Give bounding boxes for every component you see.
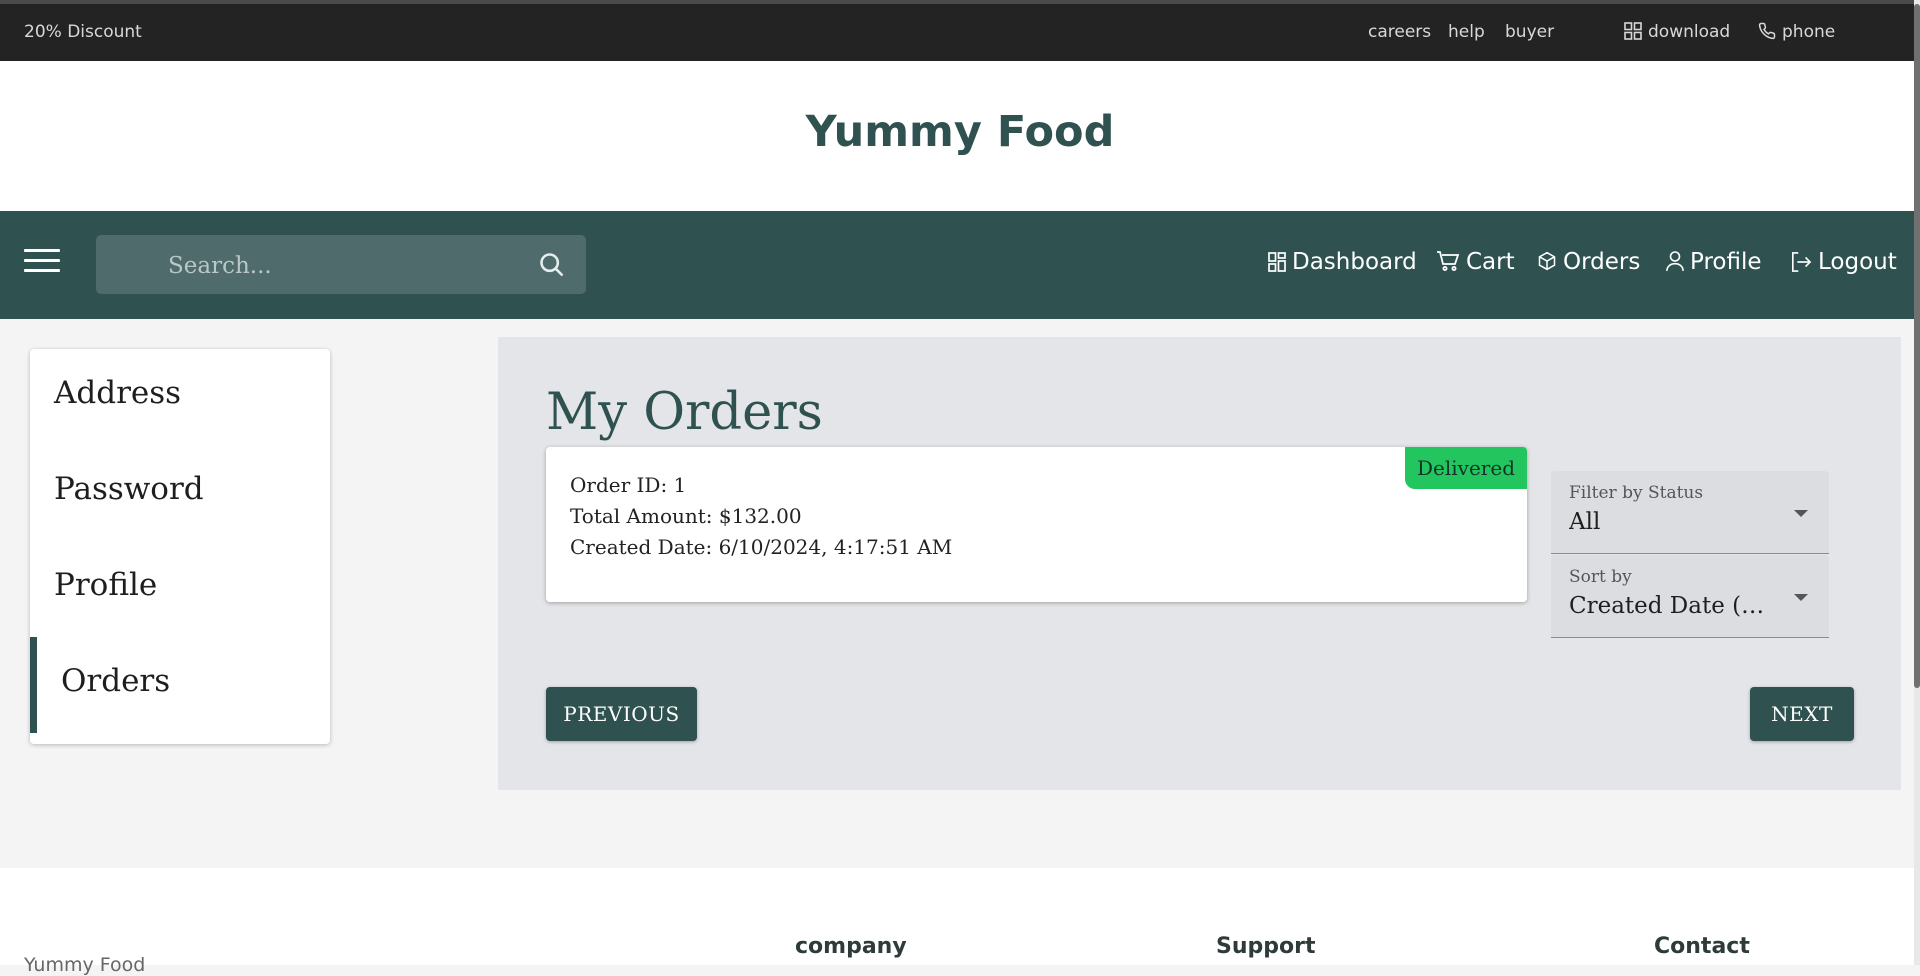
sort-by-value: Created Date (N... — [1569, 593, 1774, 619]
footer-brand: Yummy Food — [24, 954, 146, 976]
box-icon — [1538, 251, 1556, 271]
dashboard-icon — [1268, 252, 1286, 272]
help-link[interactable]: help — [1448, 22, 1485, 42]
footer: Yummy Food company Support Contact — [0, 868, 1920, 976]
chevron-down-icon — [1794, 594, 1808, 601]
next-button[interactable]: NEXT — [1750, 687, 1854, 741]
user-icon — [1666, 251, 1684, 271]
filter-status-value: All — [1569, 509, 1601, 535]
footer-heading-company: company — [795, 934, 907, 959]
sidebar-item-address[interactable]: Address — [30, 349, 330, 445]
search-box — [96, 235, 586, 296]
nav-orders-label: Orders — [1563, 249, 1641, 275]
sort-by-label: Sort by — [1569, 567, 1632, 587]
page-title: My Orders — [546, 383, 823, 442]
sort-by-select[interactable]: Sort by Created Date (N... — [1551, 555, 1829, 638]
account-sidebar: Address Password Profile Orders — [30, 349, 330, 744]
nav-profile-label: Profile — [1690, 249, 1762, 275]
nav-cart-label: Cart — [1466, 249, 1515, 275]
search-input[interactable] — [166, 235, 510, 296]
main-navbar: Dashboard Cart Orders Profile Logout — [0, 211, 1920, 319]
site-logo-text[interactable]: Yummy Food — [0, 107, 1920, 157]
phone-icon — [1758, 22, 1776, 40]
order-id: Order ID: 1 — [570, 473, 687, 497]
cart-icon — [1437, 251, 1460, 271]
footer-heading-contact: Contact — [1654, 934, 1750, 959]
top-bar: 20% Discount careers help buyer download… — [0, 4, 1920, 61]
buyer-link[interactable]: buyer — [1505, 22, 1554, 42]
careers-link[interactable]: careers — [1368, 22, 1431, 42]
sidebar-item-password[interactable]: Password — [30, 445, 330, 541]
filter-status-select[interactable]: Filter by Status All — [1551, 471, 1829, 554]
phone-label: phone — [1782, 22, 1836, 42]
page-scrollbar[interactable] — [1914, 0, 1920, 965]
nav-logout-label: Logout — [1818, 249, 1897, 275]
order-created-date: Created Date: 6/10/2024, 4:17:51 AM — [570, 535, 953, 559]
nav-orders[interactable]: Orders — [1537, 249, 1640, 275]
previous-button[interactable]: PREVIOUS — [546, 687, 697, 741]
promo-text: 20% Discount — [24, 22, 142, 42]
order-card[interactable]: Order ID: 1 Total Amount: $132.00 Create… — [546, 447, 1527, 602]
sidebar-item-label: Password — [54, 471, 204, 507]
scrollbar-thumb[interactable] — [1914, 4, 1920, 688]
nav-logout[interactable]: Logout — [1790, 249, 1897, 275]
sidebar-item-orders[interactable]: Orders — [30, 637, 330, 733]
menu-icon[interactable] — [24, 249, 60, 279]
search-icon[interactable] — [538, 251, 566, 279]
footer-heading-support: Support — [1216, 934, 1316, 959]
download-link[interactable]: download — [1624, 22, 1730, 42]
brand-bar: Yummy Food — [0, 61, 1920, 211]
sidebar-item-profile[interactable]: Profile — [30, 541, 330, 637]
sidebar-item-label: Profile — [54, 567, 158, 603]
download-label: download — [1648, 22, 1731, 42]
logout-icon — [1792, 252, 1812, 272]
chevron-down-icon — [1794, 510, 1808, 517]
orders-panel: My Orders Order ID: 1 Total Amount: $132… — [498, 337, 1901, 790]
nav-profile[interactable]: Profile — [1666, 249, 1762, 275]
phone-link[interactable]: phone — [1758, 22, 1835, 42]
grid-icon — [1624, 22, 1642, 40]
status-badge: Delivered — [1405, 447, 1527, 489]
sidebar-item-label: Orders — [61, 663, 171, 699]
nav-cart[interactable]: Cart — [1436, 249, 1515, 275]
nav-dashboard[interactable]: Dashboard — [1268, 249, 1417, 275]
order-amount: Total Amount: $132.00 — [570, 504, 802, 528]
filter-status-label: Filter by Status — [1569, 483, 1704, 503]
nav-dashboard-label: Dashboard — [1292, 249, 1417, 275]
sidebar-item-label: Address — [54, 375, 182, 411]
